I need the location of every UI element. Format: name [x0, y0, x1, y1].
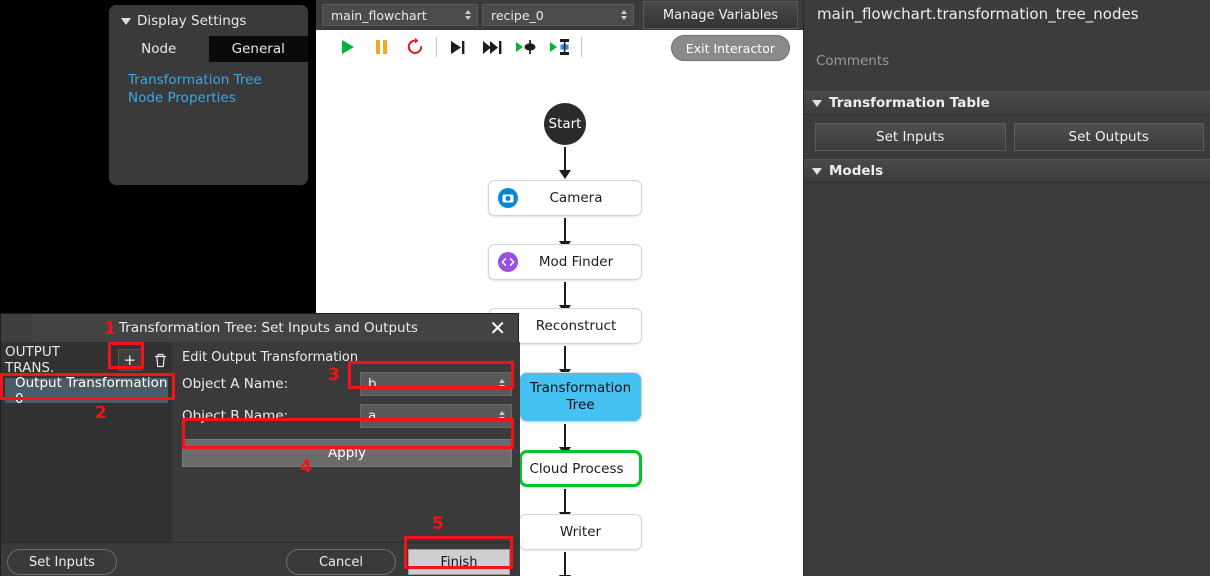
- set-inputs-button[interactable]: Set Inputs: [815, 123, 1006, 151]
- output-transformation-list-item[interactable]: Output Transformation 0: [5, 375, 168, 407]
- dialog-set-inputs-button[interactable]: Set Inputs: [7, 549, 117, 575]
- object-a-name-select[interactable]: b: [360, 372, 512, 396]
- comments-placeholder[interactable]: Comments: [804, 23, 1210, 69]
- flow-node-cloud-process[interactable]: Cloud Process: [519, 450, 642, 487]
- transformation-table-actions: Set Inputs Set Outputs: [804, 115, 1210, 151]
- add-output-transformation-button[interactable]: +: [118, 349, 142, 371]
- section-label: Transformation Table: [829, 95, 990, 111]
- flow-edge: [559, 346, 571, 378]
- toolbar-divider: [436, 37, 437, 57]
- display-settings-links: Transformation Tree Node Properties: [109, 62, 308, 107]
- delete-output-transformation-button[interactable]: [149, 349, 172, 371]
- display-settings-title: Display Settings: [137, 13, 247, 29]
- code-icon: [497, 251, 519, 273]
- object-b-name-row: Object B Name: a: [182, 403, 512, 429]
- annotation-marker-5: 5: [432, 514, 444, 534]
- pause-icon[interactable]: [364, 32, 398, 62]
- flowchart-toolbar: Exit Interactor: [316, 30, 803, 64]
- play-icon[interactable]: [330, 32, 364, 62]
- display-settings-panel: Display Settings Node General Transforma…: [109, 5, 308, 185]
- section-label: Models: [829, 163, 884, 179]
- dialog-titlebar: Transformation Tree: Set Inputs and Outp…: [1, 314, 518, 342]
- flow-edge: [559, 489, 571, 521]
- apply-button[interactable]: Apply: [182, 439, 512, 467]
- flowchart-select[interactable]: main_flowchart: [322, 4, 478, 26]
- recipe-select-value: recipe_0: [491, 7, 544, 23]
- dialog-body: OUTPUT TRANS. + Output Transformation 0 …: [1, 342, 520, 542]
- flow-node-camera[interactable]: Camera: [488, 180, 642, 216]
- run-to-breakpoint-icon[interactable]: [543, 32, 577, 62]
- flow-edge: [559, 282, 571, 314]
- reload-icon[interactable]: [398, 32, 432, 62]
- chevron-updown-icon: [499, 411, 505, 421]
- object-b-name-label: Object B Name:: [182, 408, 289, 424]
- section-transformation-table[interactable]: Transformation Table: [804, 91, 1210, 115]
- dialog-footer: Set Inputs Cancel Finish: [1, 542, 520, 576]
- page-title: main_flowchart.transformation_tree_nodes: [817, 5, 1139, 23]
- chevron-down-icon: [812, 99, 822, 107]
- link-node-properties[interactable]: Node Properties: [128, 89, 308, 107]
- flow-edge: [559, 218, 571, 250]
- recipe-select[interactable]: recipe_0: [482, 4, 634, 26]
- object-b-name-select[interactable]: a: [360, 404, 512, 428]
- manage-variables-button[interactable]: Manage Variables: [643, 1, 798, 29]
- output-transformations-list-pane: OUTPUT TRANS. + Output Transformation 0: [1, 342, 172, 542]
- chevron-updown-icon: [465, 10, 471, 20]
- chevron-updown-icon: [499, 379, 505, 389]
- exit-interactor-button[interactable]: Exit Interactor: [670, 35, 790, 61]
- flow-node-transformation-tree[interactable]: Transformation Tree: [519, 372, 642, 422]
- edit-output-transformation-pane: Edit Output Transformation Object A Name…: [172, 342, 520, 542]
- finish-button[interactable]: Finish: [408, 549, 510, 575]
- flow-node-label: Mod Finder: [538, 254, 614, 270]
- object-b-name-value: a: [368, 408, 377, 424]
- flow-node-label: Cloud Process: [529, 460, 624, 477]
- flow-node-mod-finder[interactable]: Mod Finder: [488, 244, 642, 280]
- annotation-marker-3: 3: [328, 365, 340, 385]
- display-settings-tabs: Node General: [109, 36, 308, 62]
- edit-output-transformation-heading: Edit Output Transformation: [182, 350, 359, 365]
- camera-icon: [497, 187, 519, 209]
- set-outputs-button[interactable]: Set Outputs: [1013, 123, 1204, 151]
- section-models[interactable]: Models: [804, 159, 1210, 183]
- close-icon[interactable]: ✕: [489, 318, 506, 338]
- flowchart-top-bar: main_flowchart recipe_0 Manage Variables: [316, 0, 803, 30]
- display-settings-header[interactable]: Display Settings: [109, 5, 308, 31]
- app-root: Display Settings Node General Transforma…: [0, 0, 1210, 576]
- flow-node-writer[interactable]: Writer: [519, 514, 642, 550]
- flow-edge: [559, 424, 571, 456]
- output-transformations-toolbar: OUTPUT TRANS. +: [1, 342, 172, 378]
- step-over-icon[interactable]: [441, 32, 475, 62]
- step-forward-icon[interactable]: [475, 32, 509, 62]
- flow-edge: [559, 552, 571, 576]
- output-transformations-label: OUTPUT TRANS.: [5, 344, 61, 376]
- flow-node-label: Camera: [549, 190, 603, 206]
- object-a-name-row: Object A Name: b: [182, 371, 512, 397]
- object-a-name-value: b: [368, 376, 377, 392]
- tab-node[interactable]: Node: [109, 36, 209, 62]
- run-to-node-icon[interactable]: [509, 32, 543, 62]
- link-transformation-tree[interactable]: Transformation Tree: [128, 71, 308, 89]
- annotation-marker-2: 2: [95, 403, 107, 423]
- toolbar-divider: [581, 37, 582, 57]
- properties-panel: main_flowchart.transformation_tree_nodes…: [803, 0, 1210, 576]
- flow-node-label: Reconstruct: [535, 318, 617, 334]
- chevron-down-icon: [121, 17, 131, 25]
- flow-node-label: Writer: [559, 524, 602, 540]
- flow-node-start[interactable]: Start: [544, 103, 586, 145]
- set-inputs-outputs-dialog: Transformation Tree: Set Inputs and Outp…: [0, 313, 520, 576]
- annotation-marker-4: 4: [300, 457, 312, 477]
- annotation-marker-1: 1: [104, 319, 116, 339]
- flow-edge: [559, 147, 571, 179]
- dialog-title: Transformation Tree: Set Inputs and Outp…: [119, 320, 418, 336]
- cancel-button[interactable]: Cancel: [286, 549, 396, 575]
- chevron-down-icon: [812, 167, 822, 175]
- flowchart-select-value: main_flowchart: [331, 7, 427, 23]
- tab-general[interactable]: General: [208, 36, 308, 62]
- chevron-updown-icon: [621, 10, 627, 20]
